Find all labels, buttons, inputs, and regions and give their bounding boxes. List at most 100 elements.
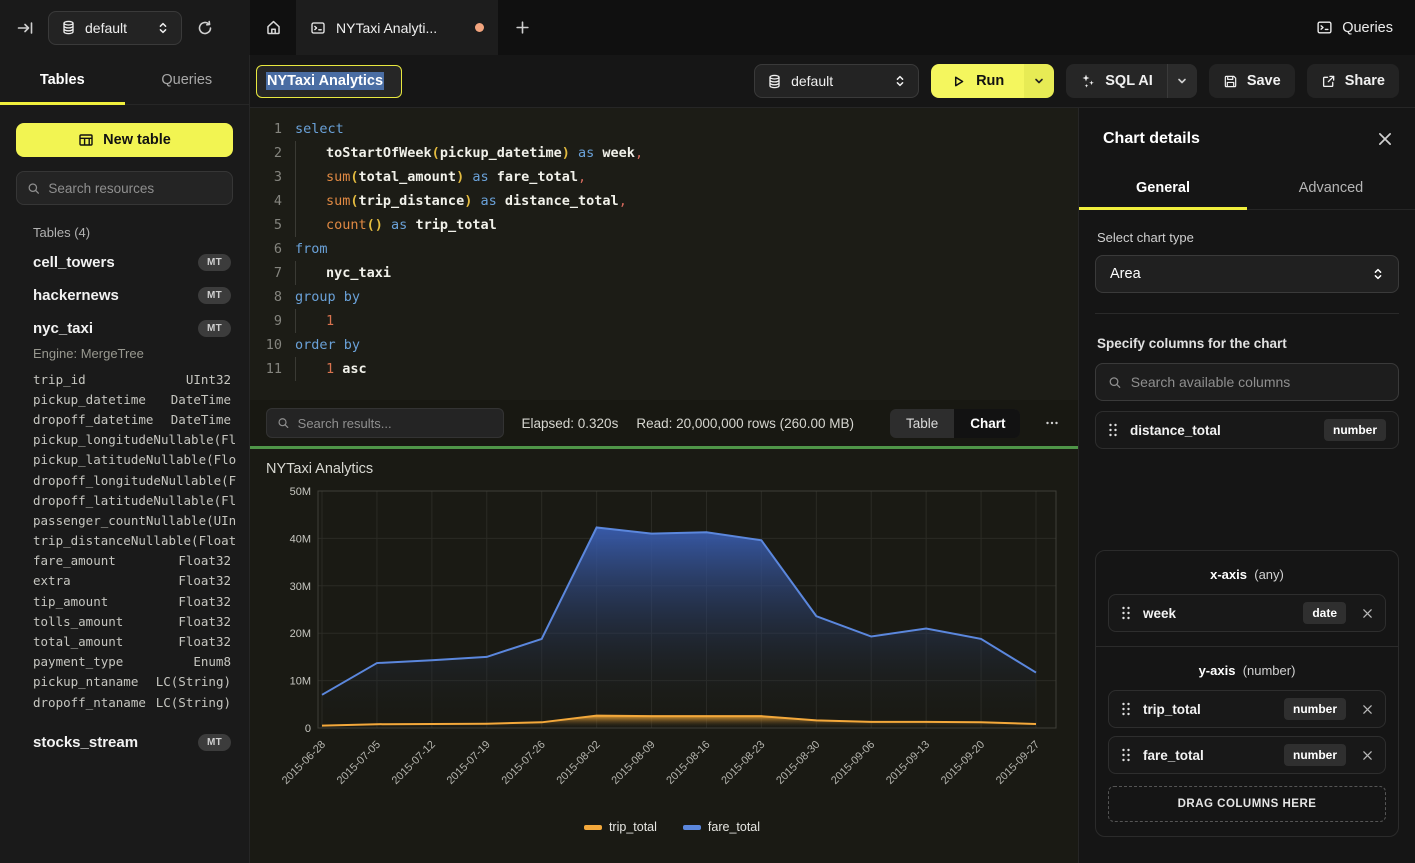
column-item[interactable]: pickup_ntanameLC(String) bbox=[33, 672, 231, 692]
column-item[interactable]: tip_amountFloat32 bbox=[33, 591, 231, 611]
legend-item-fare_total[interactable]: fare_total bbox=[683, 820, 760, 834]
column-chip-fare_total[interactable]: fare_totalnumber bbox=[1108, 736, 1386, 774]
chart-panel: NYTaxi Analytics 010M20M30M40M50M2015-06… bbox=[250, 449, 1078, 863]
query-tab[interactable]: NYTaxi Analyti... bbox=[296, 0, 498, 55]
remove-column-button[interactable] bbox=[1358, 608, 1373, 619]
column-item[interactable]: dropoff_ntanameLC(String) bbox=[33, 692, 231, 712]
more-options-button[interactable] bbox=[1038, 415, 1066, 431]
code-line: 10order by bbox=[250, 333, 1078, 357]
close-panel-button[interactable] bbox=[1377, 131, 1393, 147]
drag-handle[interactable] bbox=[1121, 748, 1131, 762]
drag-handle[interactable] bbox=[1108, 423, 1118, 437]
series-area-fare_total bbox=[322, 527, 1036, 728]
share-button[interactable]: Share bbox=[1307, 64, 1399, 98]
column-name: dropoff_ntaname bbox=[33, 695, 146, 710]
database-selector[interactable]: default bbox=[48, 11, 182, 45]
sidebar-search[interactable] bbox=[16, 171, 233, 205]
column-item[interactable]: extraFloat32 bbox=[33, 571, 231, 591]
queries-button-label: Queries bbox=[1342, 20, 1393, 36]
x-axis-label: x-axis bbox=[1210, 567, 1247, 582]
column-chip-distance_total[interactable]: distance_totalnumber bbox=[1095, 411, 1399, 449]
y-axis-hint-text: (number) bbox=[1243, 663, 1296, 678]
column-item[interactable]: dropoff_datetimeDateTime bbox=[33, 409, 231, 429]
tab-queries[interactable]: Queries bbox=[125, 55, 250, 104]
tab-tables[interactable]: Tables bbox=[0, 55, 125, 104]
column-type: LC(String) bbox=[156, 674, 231, 689]
drag-columns-drop-zone[interactable]: DRAG COLUMNS HERE bbox=[1108, 786, 1386, 822]
sql-ai-button[interactable]: SQL AI bbox=[1066, 64, 1167, 98]
sql-ai-options-button[interactable] bbox=[1167, 64, 1197, 98]
sidebar-collapse-button[interactable] bbox=[16, 19, 34, 37]
sidebar-search-input[interactable] bbox=[48, 181, 222, 196]
column-chip-week[interactable]: weekdate bbox=[1108, 594, 1386, 632]
columns-search[interactable] bbox=[1095, 363, 1399, 401]
table-item[interactable]: hackernewsMT bbox=[16, 279, 233, 312]
column-item[interactable]: pickup_latitudeNullable(Flo bbox=[33, 450, 231, 470]
legend-item-trip_total[interactable]: trip_total bbox=[584, 820, 657, 834]
queries-icon bbox=[1316, 19, 1333, 36]
share-icon bbox=[1321, 74, 1336, 89]
run-button-group: Run bbox=[931, 64, 1054, 98]
run-database-selector[interactable]: default bbox=[754, 64, 919, 98]
save-button[interactable]: Save bbox=[1209, 64, 1295, 98]
svg-text:2015-07-26: 2015-07-26 bbox=[500, 739, 548, 787]
table-item[interactable]: stocks_streamMT bbox=[16, 726, 233, 759]
results-search[interactable] bbox=[266, 408, 504, 438]
code-line: 8group by bbox=[250, 285, 1078, 309]
results-chart[interactable]: 010M20M30M40M50M2015-06-282015-07-052015… bbox=[266, 481, 1078, 818]
column-name: tolls_amount bbox=[33, 614, 123, 629]
code-text: select bbox=[295, 117, 344, 141]
new-table-button[interactable]: New table bbox=[16, 123, 233, 157]
drag-handle[interactable] bbox=[1121, 702, 1131, 716]
editor-pane: 1select2toStartOfWeek(pickup_datetime) a… bbox=[250, 108, 1078, 863]
column-item[interactable]: dropoff_longitudeNullable(F bbox=[33, 470, 231, 490]
remove-column-button[interactable] bbox=[1358, 750, 1373, 761]
column-chip-trip_total[interactable]: trip_totalnumber bbox=[1108, 690, 1386, 728]
chart-title: NYTaxi Analytics bbox=[266, 461, 1078, 477]
tab-general[interactable]: General bbox=[1079, 166, 1247, 209]
column-item[interactable]: tolls_amountFloat32 bbox=[33, 611, 231, 631]
column-item[interactable]: dropoff_latitudeNullable(Fl bbox=[33, 490, 231, 510]
column-item[interactable]: trip_idUInt32 bbox=[33, 369, 231, 389]
legend-swatch bbox=[584, 825, 602, 830]
view-toggle-table[interactable]: Table bbox=[890, 409, 954, 438]
table-item[interactable]: nyc_taxiMT bbox=[16, 312, 233, 345]
queries-button[interactable]: Queries bbox=[1316, 19, 1393, 36]
view-toggle-chart[interactable]: Chart bbox=[954, 409, 1020, 438]
elapsed-stat: Elapsed: 0.320s bbox=[522, 416, 619, 431]
columns-search-input[interactable] bbox=[1131, 374, 1386, 390]
axis-config-box: x-axis (any) weekdate y-axis (number) bbox=[1095, 550, 1399, 837]
code-line: 2toStartOfWeek(pickup_datetime) as week, bbox=[250, 141, 1078, 165]
column-item[interactable]: fare_amountFloat32 bbox=[33, 551, 231, 571]
run-options-button[interactable] bbox=[1024, 64, 1054, 98]
column-item[interactable]: pickup_datetimeDateTime bbox=[33, 389, 231, 409]
search-icon bbox=[1108, 375, 1122, 390]
drag-handle-icon bbox=[1121, 702, 1131, 716]
results-search-input[interactable] bbox=[298, 416, 493, 431]
column-item[interactable]: total_amountFloat32 bbox=[33, 631, 231, 651]
new-tab-button[interactable] bbox=[498, 0, 546, 55]
column-item[interactable]: trip_distanceNullable(Float bbox=[33, 531, 231, 551]
tab-advanced[interactable]: Advanced bbox=[1247, 166, 1415, 209]
chart-type-select[interactable]: Area bbox=[1095, 255, 1399, 293]
column-item[interactable]: passenger_countNullable(UIn bbox=[33, 510, 231, 530]
query-title-input[interactable]: NYTaxi Analytics bbox=[256, 65, 402, 98]
refresh-button[interactable] bbox=[196, 19, 214, 37]
table-item[interactable]: cell_towersMT bbox=[16, 246, 233, 279]
column-item[interactable]: pickup_longitudeNullable(Fl bbox=[33, 430, 231, 450]
area-chart-canvas[interactable]: 010M20M30M40M50M2015-06-282015-07-052015… bbox=[266, 481, 1076, 813]
code-line: 5count() as trip_total bbox=[250, 213, 1078, 237]
run-button[interactable]: Run bbox=[931, 64, 1024, 98]
sql-editor[interactable]: 1select2toStartOfWeek(pickup_datetime) a… bbox=[250, 108, 1078, 400]
columns-list: trip_idUInt32pickup_datetimeDateTimedrop… bbox=[16, 369, 233, 718]
unsaved-dot bbox=[475, 23, 484, 32]
remove-column-button[interactable] bbox=[1358, 704, 1373, 715]
home-tab[interactable] bbox=[250, 0, 296, 55]
drag-handle[interactable] bbox=[1121, 606, 1131, 620]
code-text: toStartOfWeek(pickup_datetime) as week, bbox=[295, 141, 643, 165]
engine-badge: MT bbox=[198, 320, 231, 337]
column-item[interactable]: payment_typeEnum8 bbox=[33, 652, 231, 672]
column-name: pickup_latitude bbox=[33, 452, 146, 467]
column-type: Float32 bbox=[178, 634, 231, 649]
legend-label: trip_total bbox=[609, 820, 657, 834]
